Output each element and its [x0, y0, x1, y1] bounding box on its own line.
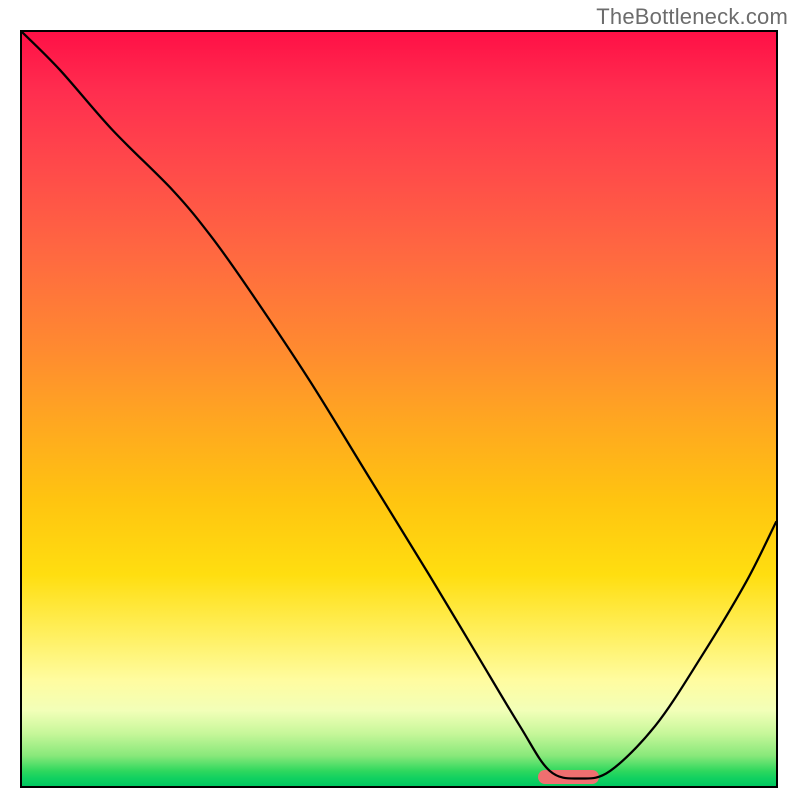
watermark-text: TheBottleneck.com: [596, 4, 788, 30]
bottleneck-curve: [22, 32, 776, 786]
plot-frame: [20, 30, 778, 788]
plot-inner: [22, 32, 776, 786]
chart-root: TheBottleneck.com: [0, 0, 800, 800]
